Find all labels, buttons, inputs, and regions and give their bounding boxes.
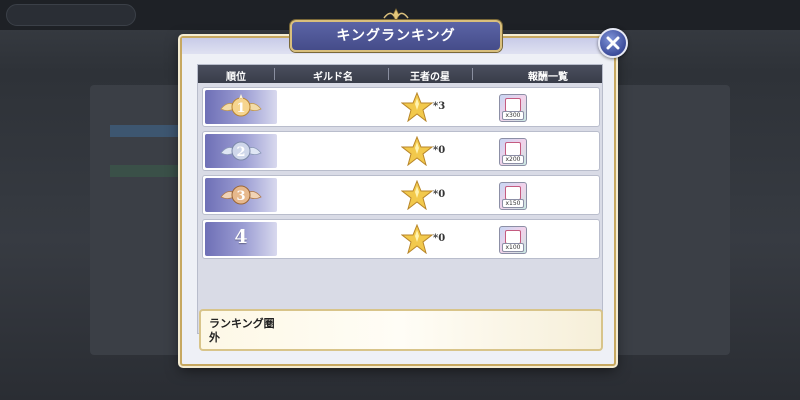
column-rewards: 報酬一覧	[528, 72, 568, 83]
reward-quantity: x200	[502, 155, 524, 164]
silver-rank-emblem-icon: 2	[220, 141, 262, 161]
rank-number: 3	[236, 189, 245, 204]
ranking-row[interactable]: 4 *0 x100	[202, 219, 600, 259]
ranking-row[interactable]: 2 *0 x200	[202, 131, 600, 171]
rank-number: 1	[236, 101, 245, 116]
close-button[interactable]	[598, 28, 628, 58]
rank-cell: 2	[205, 134, 277, 168]
column-guild-name: ギルド名	[313, 72, 353, 83]
dialog-title: キングランキング	[290, 20, 502, 52]
guild-name	[283, 182, 383, 208]
reward-button[interactable]: x200	[499, 138, 527, 166]
close-icon	[606, 36, 620, 50]
star-count: *0	[433, 189, 446, 200]
rank-cell: 1	[205, 90, 277, 124]
star-count: *0	[433, 145, 446, 156]
ranking-row[interactable]: 1 *3 x300	[202, 87, 600, 127]
gold-star-icon	[401, 92, 433, 122]
gift-box-icon	[505, 98, 521, 112]
column-separator	[274, 68, 275, 80]
reward-quantity: x300	[502, 111, 524, 120]
gift-box-icon	[505, 186, 521, 200]
reward-button[interactable]: x300	[499, 94, 527, 122]
background-bar	[110, 125, 190, 137]
king-ranking-dialog: キングランキング 順位 ギルド名 王者の星 報酬一覧 1 *3 x300 2 *…	[180, 8, 628, 366]
reward-quantity: x100	[502, 243, 524, 252]
column-separator	[388, 68, 389, 80]
column-separator	[472, 68, 473, 80]
column-king-stars: 王者の星	[410, 72, 450, 83]
rank-number: 2	[236, 145, 245, 160]
rank-number: 4	[234, 226, 248, 248]
ranking-row[interactable]: 3 *0 x150	[202, 175, 600, 215]
reward-button[interactable]: x150	[499, 182, 527, 210]
star-count: *3	[433, 101, 446, 112]
guild-name	[283, 94, 383, 120]
rank-cell: 3	[205, 178, 277, 212]
gold-rank-emblem-icon: 1	[220, 94, 262, 117]
gold-star-icon	[401, 180, 433, 210]
my-guild-rank-panel: ランキング圏外	[199, 309, 603, 351]
guild-name	[283, 138, 383, 164]
ranking-header: 順位 ギルド名 王者の星 報酬一覧	[198, 65, 602, 83]
gift-box-icon	[505, 142, 521, 156]
reward-quantity: x150	[502, 199, 524, 208]
ranking-list: 順位 ギルド名 王者の星 報酬一覧 1 *3 x300 2 *0 x200 3 …	[197, 64, 603, 334]
gift-box-icon	[505, 230, 521, 244]
background-bar	[110, 165, 190, 177]
reward-button[interactable]: x100	[499, 226, 527, 254]
my-rank-status: ランキング圏外	[209, 317, 275, 344]
gold-star-icon	[401, 136, 433, 166]
star-count: *0	[433, 233, 446, 244]
gold-star-icon	[401, 224, 433, 254]
column-rank: 順位	[226, 72, 246, 83]
guild-name	[283, 226, 383, 252]
rank-cell: 4	[205, 222, 277, 256]
bronze-rank-emblem-icon: 3	[220, 185, 262, 205]
background-logo	[6, 4, 136, 26]
